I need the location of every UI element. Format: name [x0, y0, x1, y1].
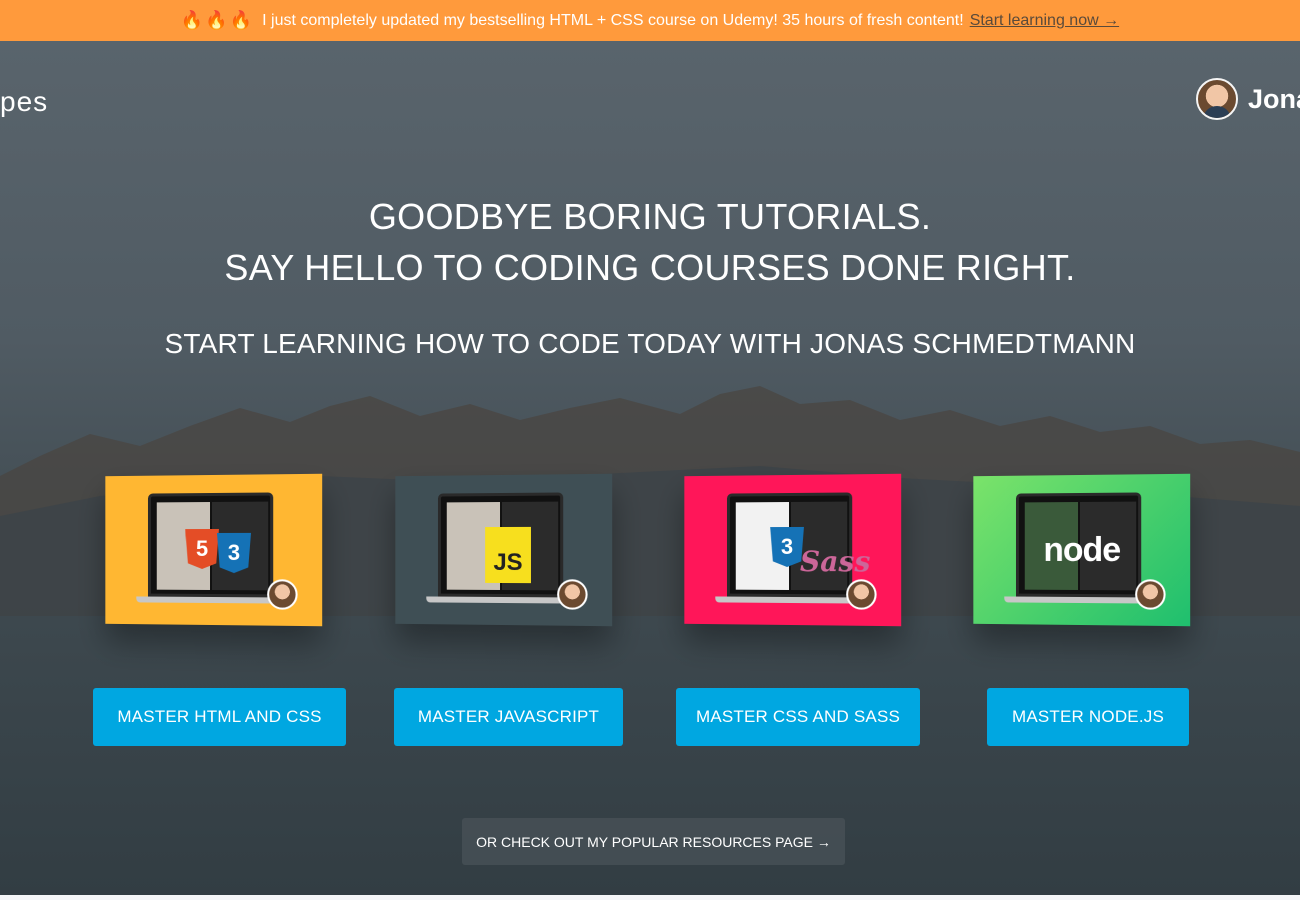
javascript-icon: JS: [485, 526, 531, 584]
master-html-css-button[interactable]: MASTER HTML AND CSS: [93, 688, 346, 746]
instructor-avatar: [846, 579, 877, 610]
announcement-banner: 🔥🔥🔥 I just completely updated my bestsel…: [0, 0, 1300, 41]
html5-icon: 5: [185, 529, 219, 569]
author-profile[interactable]: Jona: [1196, 78, 1300, 120]
author-name: Jona: [1248, 83, 1300, 114]
master-javascript-button[interactable]: MASTER JAVASCRIPT: [394, 688, 623, 746]
resources-page-button[interactable]: OR CHECK OUT MY POPULAR RESOURCES PAGE →: [462, 818, 845, 865]
page-bottom-strip: [0, 895, 1300, 900]
css3-icon: 3: [217, 533, 251, 573]
master-nodejs-button[interactable]: MASTER NODE.JS: [987, 688, 1189, 746]
course-card-nodejs[interactable]: node: [973, 473, 1191, 627]
master-css-sass-button[interactable]: MASTER CSS AND SASS: [676, 688, 920, 746]
headline-line-2: SAY HELLO TO CODING COURSES DONE RIGHT.: [224, 247, 1076, 288]
fire-icon: 🔥🔥🔥: [180, 10, 255, 30]
css3-icon: 3: [770, 527, 804, 567]
sass-icon: Sass: [799, 544, 871, 579]
course-card-css-sass[interactable]: 3 Sass: [684, 473, 902, 627]
headline-line-1: GOODBYE BORING TUTORIALS.: [368, 196, 932, 237]
course-card-javascript[interactable]: JS: [395, 473, 613, 627]
instructor-avatar: [267, 579, 298, 610]
hero-subheadline: START LEARNING HOW TO CODE TODAY WITH JO…: [164, 328, 1136, 359]
course-card-html-css[interactable]: 5 3: [105, 473, 323, 627]
hero-section: pes Jona GOODBYE BORING TUTORIALS. SAY H…: [0, 41, 1300, 895]
hero-headline: GOODBYE BORING TUTORIALS. SAY HELLO TO C…: [0, 191, 1300, 293]
nodejs-icon: node: [1043, 530, 1121, 570]
instructor-avatar: [557, 579, 588, 610]
author-avatar: [1196, 78, 1238, 120]
instructor-avatar: [1135, 579, 1166, 610]
banner-text: I just completely updated my bestselling…: [262, 11, 964, 29]
start-learning-link[interactable]: Start learning now →: [970, 12, 1119, 30]
site-logo[interactable]: pes: [0, 86, 48, 118]
